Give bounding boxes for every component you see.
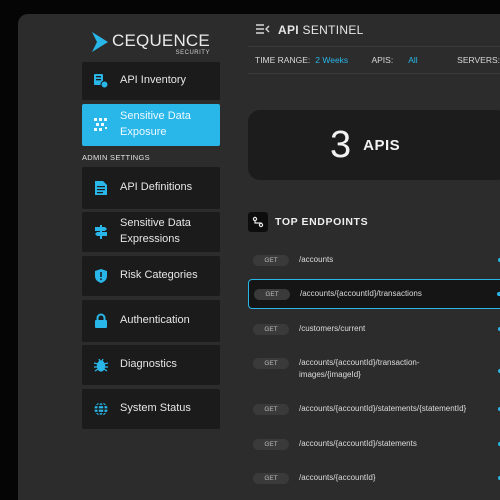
- endpoint-path: /accounts/{accountId}/transaction-images…: [299, 358, 420, 380]
- endpoint-row[interactable]: GET /accounts/{accountId}/transaction-im…: [248, 355, 500, 387]
- http-method-badge: GET: [253, 324, 289, 335]
- globe-icon: [82, 401, 120, 417]
- sidebar-item-label: Sensitive Data Exposure: [120, 110, 191, 138]
- endpoint-row-selected[interactable]: GET /accounts/{accountId}/transactions: [248, 279, 500, 309]
- sidebar-item-sensitive-data-expressions[interactable]: Sensitive Data Expressions: [82, 212, 220, 252]
- sidebar-item-sensitive-data-exposure[interactable]: Sensitive Data Exposure: [82, 104, 220, 146]
- sidebar-item-risk-categories[interactable]: Risk Categories: [82, 256, 220, 296]
- http-method-badge: GET: [253, 358, 289, 369]
- brand-subtitle: SECURITY: [175, 50, 210, 56]
- endpoint-row[interactable]: GET /customers/current: [248, 321, 500, 337]
- sidebar-item-label: Risk Categories: [120, 269, 198, 282]
- endpoint-path: /accounts/{accountId}/statements/{statem…: [299, 404, 467, 413]
- endpoint-path: /accounts/{accountId}: [299, 473, 376, 482]
- time-range-dropdown[interactable]: 2 Weeks: [315, 55, 348, 65]
- menu-collapse-icon[interactable]: [256, 21, 270, 39]
- sidebar-item-label: API Inventory: [120, 74, 187, 87]
- bug-icon: [82, 357, 120, 373]
- sidebar-item-label: System Status: [120, 402, 191, 415]
- apis-count-label: APIS: [363, 136, 401, 154]
- app-title: API SENTINEL: [278, 23, 364, 37]
- sidebar-item-diagnostics[interactable]: Diagnostics: [82, 345, 220, 385]
- api-inventory-icon: [82, 73, 120, 89]
- apis-dropdown[interactable]: All: [408, 55, 417, 65]
- sidebar-item-label: API Definitions: [120, 181, 193, 194]
- sidebar-item-api-definitions[interactable]: API Definitions: [82, 167, 220, 209]
- endpoint-path: /customers/current: [299, 324, 366, 333]
- apis-count-value: 3: [330, 123, 352, 166]
- endpoint-row[interactable]: GET /accounts: [248, 252, 500, 268]
- lock-icon: [82, 313, 120, 329]
- admin-settings-label: ADMIN SETTINGS: [82, 153, 150, 162]
- app-title-bold: API: [278, 23, 299, 37]
- sidebar-item-label: Sensitive Data Expressions: [120, 217, 191, 245]
- qr-grid-icon: [82, 117, 120, 133]
- http-method-badge: GET: [253, 404, 289, 415]
- http-method-badge: GET: [253, 439, 289, 450]
- sidebar-item-api-inventory[interactable]: API Inventory: [82, 62, 220, 100]
- endpoint-row[interactable]: GET /accounts/{accountId}/statements: [248, 436, 500, 452]
- cequence-logo-icon: [92, 32, 108, 52]
- app-window: CEQUENCE SECURITY API Inventory Sensitiv…: [18, 14, 500, 500]
- signpost-icon: [82, 224, 120, 240]
- top-endpoints-header: TOP ENDPOINTS: [248, 212, 368, 232]
- document-icon: [82, 180, 120, 196]
- sidebar-item-label: Authentication: [120, 314, 190, 327]
- http-method-badge: GET: [253, 473, 289, 484]
- endpoint-row[interactable]: GET /accounts/{accountId}: [248, 470, 500, 486]
- endpoint-path: /accounts/{accountId}/statements: [299, 439, 417, 448]
- brand-logo: CEQUENCE SECURITY: [92, 32, 210, 62]
- apis-label: APIS:: [371, 55, 394, 65]
- endpoint-path: /accounts/{accountId}/transactions: [300, 289, 422, 298]
- servers-label: SERVERS:: [457, 55, 500, 65]
- sidebar-item-system-status[interactable]: System Status: [82, 389, 220, 429]
- apis-count-card: 3 APIS: [248, 110, 500, 180]
- sidebar-item-authentication[interactable]: Authentication: [82, 300, 220, 342]
- top-endpoints-title: TOP ENDPOINTS: [275, 216, 369, 228]
- top-bar: API SENTINEL: [248, 14, 500, 46]
- http-method-badge: GET: [254, 289, 290, 300]
- brand-name: CEQUENCE: [112, 31, 210, 50]
- endpoint-path: /accounts: [299, 255, 334, 264]
- filter-bar: TIME RANGE: 2 Weeks APIS: All SERVERS:: [248, 46, 500, 74]
- time-range-label: TIME RANGE:: [255, 55, 311, 65]
- sidebar: CEQUENCE SECURITY API Inventory Sensitiv…: [18, 14, 240, 500]
- sidebar-item-label: Diagnostics: [120, 358, 177, 371]
- route-icon: [248, 212, 268, 232]
- endpoint-row[interactable]: GET /accounts/{accountId}/statements/{st…: [248, 401, 500, 417]
- http-method-badge: GET: [253, 255, 289, 266]
- app-title-rest: SENTINEL: [302, 23, 364, 37]
- shield-icon: [82, 268, 120, 284]
